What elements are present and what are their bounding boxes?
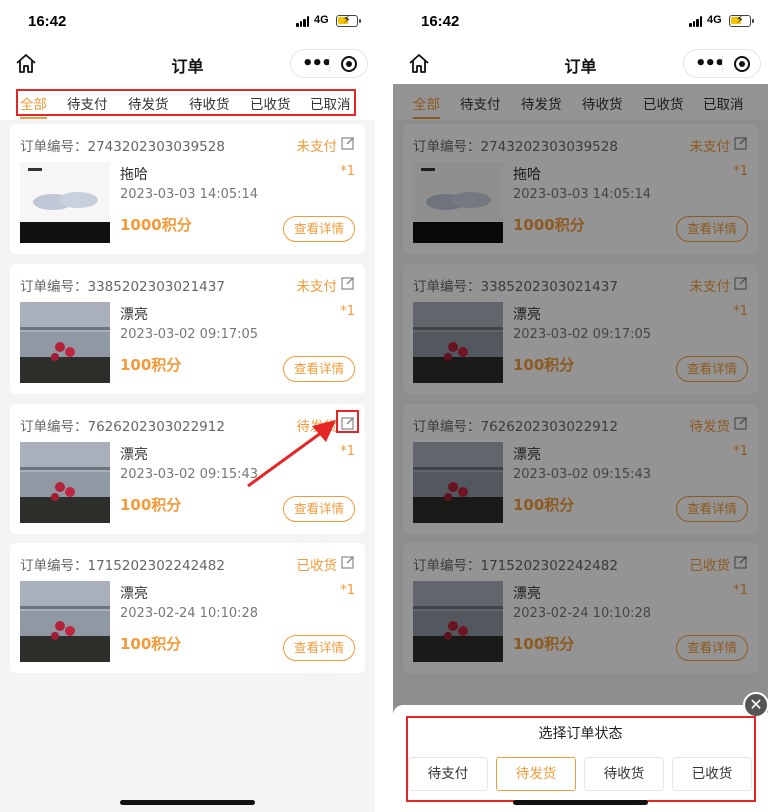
network-label: 4G (707, 14, 722, 26)
order-number: 2743202303039528 (87, 139, 225, 155)
status-picker-sheet: 选择订单状态 待支付 待发货 待收货 已收货 (393, 705, 768, 812)
order-card[interactable]: 订单编号：7626202303022912 待发货 漂亮 *1 2023-03-… (10, 404, 365, 534)
order-card[interactable]: 订单编号：3385202303021437 未支付 漂亮 *1 2023-03-… (10, 264, 365, 394)
order-date: 2023-03-02 09:15:43 (120, 467, 259, 482)
close-miniprogram-icon[interactable] (734, 56, 750, 72)
product-quantity: *1 (340, 444, 355, 459)
order-status: 已收货 (296, 558, 338, 574)
status-time: 16:42 (28, 13, 67, 30)
order-date: 2023-03-02 09:17:05 (120, 327, 259, 342)
order-list-screen-with-sheet: 16:42 4G ⚡ 订单 ••• 全部 待支付 待发货 待收货 已收货 已取消… (393, 0, 768, 812)
order-list-screen: 16:42 4G ⚡ 订单 ••• 全部 待支付 待发货 待收货 已收货 已取消… (0, 0, 375, 812)
order-card[interactable]: 订单编号：2743202303039528 未支付 拖哈 *1 2023-03-… (10, 124, 365, 254)
product-name: 漂亮 (120, 447, 148, 463)
status-bar: 16:42 4G ⚡ (0, 0, 375, 44)
order-number: 7626202303022912 (87, 419, 225, 435)
order-points: 100积分 (120, 356, 182, 374)
product-name: 漂亮 (120, 307, 148, 323)
status-time: 16:42 (421, 13, 460, 30)
product-name: 拖哈 (120, 167, 148, 183)
tab-received[interactable]: 已收货 (250, 93, 291, 113)
status-option-received[interactable]: 已收货 (672, 757, 752, 791)
nav-bar: 订单 ••• (0, 44, 375, 84)
tab-all[interactable]: 全部 (20, 93, 47, 119)
tab-pending-receipt[interactable]: 待收货 (189, 93, 230, 113)
signal-icon (689, 16, 703, 27)
modal-overlay[interactable] (393, 84, 768, 812)
product-image-flowers (20, 302, 110, 383)
tab-pending-payment[interactable]: 待支付 (67, 93, 108, 113)
sheet-title: 选择订单状态 (538, 726, 623, 742)
tab-pending-shipment[interactable]: 待发货 (128, 93, 169, 113)
miniprogram-capsule: ••• (683, 49, 761, 78)
more-icon[interactable]: ••• (302, 53, 332, 74)
edit-status-icon[interactable] (341, 276, 355, 290)
status-option-pending-shipment[interactable]: 待发货 (496, 757, 576, 791)
signal-icon (296, 16, 310, 27)
product-image-flowers (20, 581, 110, 662)
status-option-pending-payment[interactable]: 待支付 (408, 757, 488, 791)
home-indicator (513, 800, 648, 805)
status-bar: 16:42 4G ⚡ (393, 0, 768, 44)
edit-icon-annotation-box (336, 410, 359, 433)
edit-status-icon[interactable] (341, 555, 355, 569)
product-quantity: *1 (340, 164, 355, 179)
product-quantity: *1 (340, 583, 355, 598)
order-points: 1000积分 (120, 216, 192, 234)
status-option-pending-receipt[interactable]: 待收货 (584, 757, 664, 791)
more-icon[interactable]: ••• (695, 53, 725, 74)
home-indicator (120, 800, 255, 805)
product-name: 漂亮 (120, 586, 148, 602)
close-miniprogram-icon[interactable] (341, 56, 357, 72)
product-image-slippers (20, 162, 110, 243)
nav-bar: 订单 ••• (393, 44, 768, 84)
order-status: 待发货 (296, 419, 338, 435)
battery-icon: ⚡ (336, 13, 361, 27)
status-tabs: 全部 待支付 待发货 待收货 已收货 已取消 (0, 84, 375, 120)
tab-cancelled[interactable]: 已取消 (310, 93, 351, 113)
miniprogram-capsule: ••• (290, 49, 368, 78)
battery-icon: ⚡ (729, 13, 754, 27)
product-image-flowers (20, 442, 110, 523)
order-points: 100积分 (120, 496, 182, 514)
view-detail-button[interactable]: 查看详情 (283, 496, 355, 522)
view-detail-button[interactable]: 查看详情 (283, 356, 355, 382)
order-card[interactable]: 订单编号：1715202302242482 已收货 漂亮 *1 2023-02-… (10, 543, 365, 673)
product-quantity: *1 (340, 304, 355, 319)
close-icon[interactable]: ✕ (743, 692, 768, 718)
order-number: 3385202303021437 (87, 279, 225, 295)
network-label: 4G (314, 14, 329, 26)
view-detail-button[interactable]: 查看详情 (283, 216, 355, 242)
order-number: 1715202302242482 (87, 558, 225, 574)
order-points: 100积分 (120, 635, 182, 653)
order-date: 2023-03-03 14:05:14 (120, 187, 259, 202)
order-status: 未支付 (296, 139, 338, 155)
view-detail-button[interactable]: 查看详情 (283, 635, 355, 661)
edit-status-icon[interactable] (341, 136, 355, 150)
order-status: 未支付 (296, 279, 338, 295)
order-date: 2023-02-24 10:10:28 (120, 606, 259, 621)
